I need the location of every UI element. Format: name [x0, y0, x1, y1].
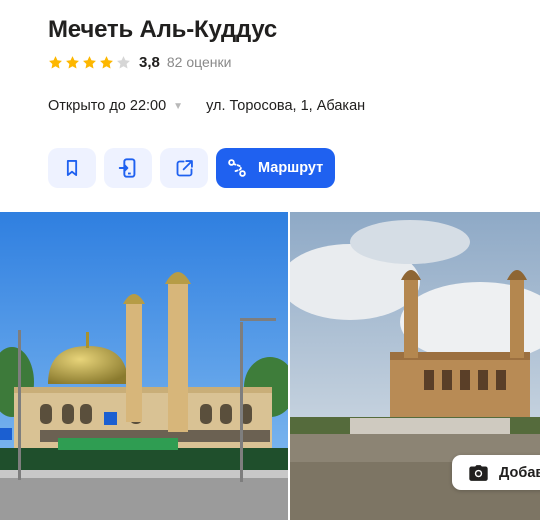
opening-hours[interactable]: Открыто до 22:00 [48, 98, 166, 114]
chevron-down-icon[interactable]: ▼ [173, 101, 183, 112]
phone-send-icon [117, 157, 139, 179]
share-button[interactable] [160, 148, 208, 188]
star-icon [82, 55, 97, 70]
send-to-phone-button[interactable] [104, 148, 152, 188]
rating-row[interactable]: 3,8 82 оценки [48, 53, 231, 71]
action-buttons: Маршрут [48, 148, 336, 188]
address: ул. Торосова, 1, Абакан [206, 98, 366, 114]
star-icon [99, 55, 114, 70]
info-row: Открыто до 22:00 ▼ ул. Торосова, 1, Абак… [48, 96, 365, 116]
bookmark-button[interactable] [48, 148, 96, 188]
rating-value: 3,8 [139, 53, 160, 71]
place-title: Мечеть Аль-Куддус [48, 16, 278, 43]
camera-icon [468, 464, 489, 482]
route-icon [226, 157, 248, 179]
add-photo-button[interactable]: Добав [452, 455, 540, 490]
rating-stars [48, 55, 131, 70]
share-icon [174, 158, 195, 179]
rating-count[interactable]: 82 оценки [167, 54, 232, 70]
star-empty-icon [116, 55, 131, 70]
star-icon [65, 55, 80, 70]
route-label: Маршрут [258, 160, 324, 176]
route-button[interactable]: Маршрут [216, 148, 336, 188]
bookmark-icon [62, 158, 82, 178]
photo-1[interactable] [0, 212, 288, 520]
star-icon [48, 55, 63, 70]
add-photo-label: Добав [499, 464, 540, 481]
